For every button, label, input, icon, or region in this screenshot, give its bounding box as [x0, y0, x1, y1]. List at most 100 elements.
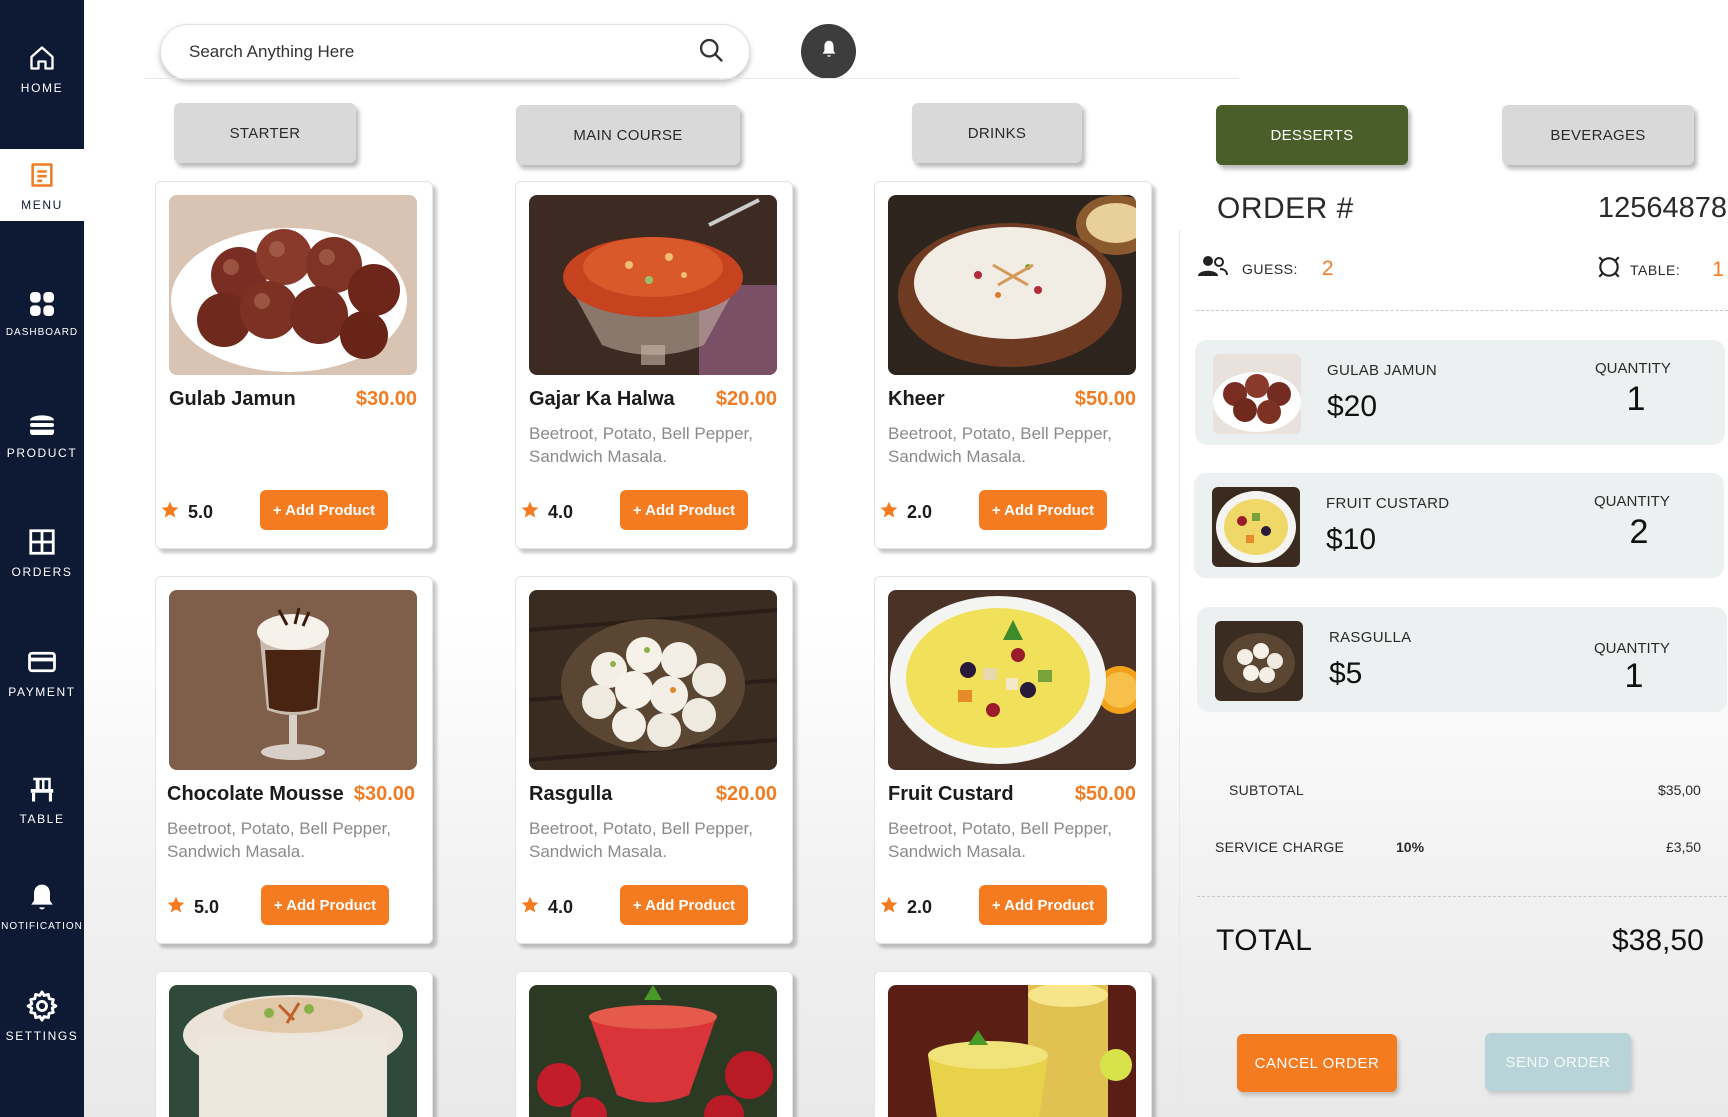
product-rating: 2.0 — [879, 895, 932, 920]
product-rating: 4.0 — [520, 895, 573, 920]
sidebar-item-dashboard[interactable]: DASHBOARD — [0, 276, 84, 348]
order-item-price: $20 — [1327, 390, 1378, 423]
product-price: $30.00 — [353, 783, 415, 805]
subtotal-label: SUBTOTAL — [1229, 782, 1305, 798]
sidebar-item-orders[interactable]: ORDERS — [0, 516, 84, 588]
product-name: Gulab Jamun — [169, 388, 296, 410]
product-desc: Beetroot, Potato, Bell Pepper, Sandwich … — [529, 424, 753, 466]
add-product-button[interactable]: + Add Product — [620, 885, 748, 925]
product-image-lemon-drink — [888, 985, 1136, 1117]
rating-value: 2.0 — [907, 897, 933, 917]
order-item-price: $5 — [1329, 657, 1363, 690]
sidebar-item-settings[interactable]: SETTINGS — [0, 980, 84, 1052]
total-value: $38,50 — [1612, 924, 1704, 957]
sidebar-item-payment[interactable]: PAYMENT — [0, 636, 84, 708]
rating-value: 5.0 — [188, 502, 214, 522]
order-item-price: $10 — [1326, 523, 1377, 556]
card-icon — [25, 645, 59, 679]
service-charge-percent: 10% — [1396, 839, 1425, 855]
product-rating: 2.0 — [879, 500, 932, 525]
panel-divider — [1179, 230, 1180, 1117]
table-label: TABLE: — [1630, 261, 1681, 278]
tab-beverages[interactable]: BEVERAGES — [1502, 105, 1694, 165]
rating-value: 4.0 — [548, 897, 574, 917]
burger-icon — [25, 406, 59, 440]
product-price: $30.00 — [355, 388, 417, 410]
divider — [1197, 896, 1727, 897]
tab-drinks[interactable]: DRINKS — [912, 103, 1082, 163]
add-product-button[interactable]: + Add Product — [620, 490, 748, 530]
product-price: $50.00 — [1074, 388, 1136, 410]
quantity-label: QUANTITY — [1595, 360, 1671, 377]
send-order-button[interactable]: SEND ORDER — [1485, 1033, 1631, 1091]
sidebar-item-home[interactable]: HOME — [0, 32, 84, 104]
product-card: Rasgulla $20.00 Beetroot, Potato, Bell P… — [515, 576, 793, 944]
product-rating: 5.0 — [160, 500, 213, 525]
search-icon[interactable] — [697, 36, 725, 69]
sidebar-item-label: HOME — [20, 81, 64, 95]
add-product-button[interactable]: + Add Product — [260, 490, 388, 530]
sidebar-item-label: NOTIFICATION — [1, 920, 83, 932]
product-name: Rasgulla — [529, 783, 613, 805]
search-input[interactable] — [189, 42, 697, 62]
table-value: 1 — [1712, 257, 1724, 281]
search-bar — [160, 24, 750, 80]
star-icon — [166, 895, 186, 920]
notification-button[interactable] — [801, 24, 856, 79]
product-name: Fruit Custard — [888, 783, 1014, 805]
product-image-kheer — [888, 195, 1136, 375]
product-name: Gajar Ka Halwa — [529, 388, 675, 410]
product-desc: Beetroot, Potato, Bell Pepper, Sandwich … — [529, 819, 753, 861]
order-item[interactable]: GULAB JAMUN $20 QUANTITY 1 — [1195, 340, 1725, 445]
product-card — [874, 971, 1152, 1117]
add-product-button[interactable]: + Add Product — [979, 490, 1107, 530]
product-price: $20.00 — [715, 783, 777, 805]
table-number: TABLE: 1 — [1596, 254, 1724, 285]
sidebar-item-table[interactable]: TABLE — [0, 763, 84, 835]
divider — [1196, 310, 1728, 311]
chair-icon — [25, 772, 59, 806]
star-icon — [520, 500, 540, 525]
star-icon — [520, 895, 540, 920]
product-card: Kheer $50.00 Beetroot, Potato, Bell Pepp… — [874, 181, 1152, 549]
quantity-label: QUANTITY — [1594, 493, 1670, 510]
order-item-name: GULAB JAMUN — [1327, 362, 1437, 379]
rating-value: 2.0 — [907, 502, 933, 522]
star-icon — [879, 895, 899, 920]
rating-value: 5.0 — [194, 897, 220, 917]
product-image-gulab-jamun — [169, 195, 417, 375]
sidebar-item-product[interactable]: PRODUCT — [0, 397, 84, 469]
home-icon — [25, 41, 59, 75]
star-icon — [879, 500, 899, 525]
guest-label: GUESS: — [1242, 260, 1298, 277]
quantity-value: 2 — [1629, 513, 1649, 551]
product-rating: 4.0 — [520, 500, 573, 525]
product-image-rasgulla — [529, 590, 777, 770]
order-item-image — [1215, 621, 1303, 701]
dashboard-icon — [25, 287, 59, 321]
product-desc: Beetroot, Potato, Bell Pepper, Sandwich … — [888, 819, 1112, 861]
cancel-order-button[interactable]: CANCEL ORDER — [1237, 1034, 1397, 1092]
gear-icon — [25, 989, 59, 1023]
guest-value: 2 — [1321, 256, 1334, 280]
table-icon — [1596, 254, 1622, 285]
order-number: 12564878 — [1598, 192, 1728, 224]
tab-main-course[interactable]: MAIN COURSE — [516, 105, 740, 165]
order-item[interactable]: FRUIT CUSTARD $10 QUANTITY 2 — [1194, 473, 1724, 578]
order-item[interactable]: RASGULLA $5 QUANTITY 1 — [1197, 607, 1727, 712]
service-charge-value: £3,50 — [1666, 839, 1702, 855]
product-card: Chocolate Mousse $30.00 Beetroot, Potato… — [155, 576, 433, 944]
product-card: Gulab Jamun $30.00 5.0 + Add Product — [155, 181, 433, 549]
tab-desserts[interactable]: DESSERTS — [1216, 105, 1408, 165]
product-card — [515, 971, 793, 1117]
add-product-button[interactable]: + Add Product — [261, 885, 389, 925]
product-image-fruit-custard — [888, 590, 1136, 770]
quantity-value: 1 — [1626, 380, 1646, 418]
product-card — [155, 971, 433, 1117]
tab-starter[interactable]: STARTER — [174, 103, 356, 163]
sidebar-item-menu[interactable]: MENU — [0, 149, 84, 221]
product-image-strawberry-drink — [529, 985, 777, 1117]
add-product-button[interactable]: + Add Product — [979, 885, 1107, 925]
guest-count: GUESS: 2 — [1196, 254, 1334, 283]
sidebar-item-notification[interactable]: NOTIFICATION — [0, 870, 84, 942]
